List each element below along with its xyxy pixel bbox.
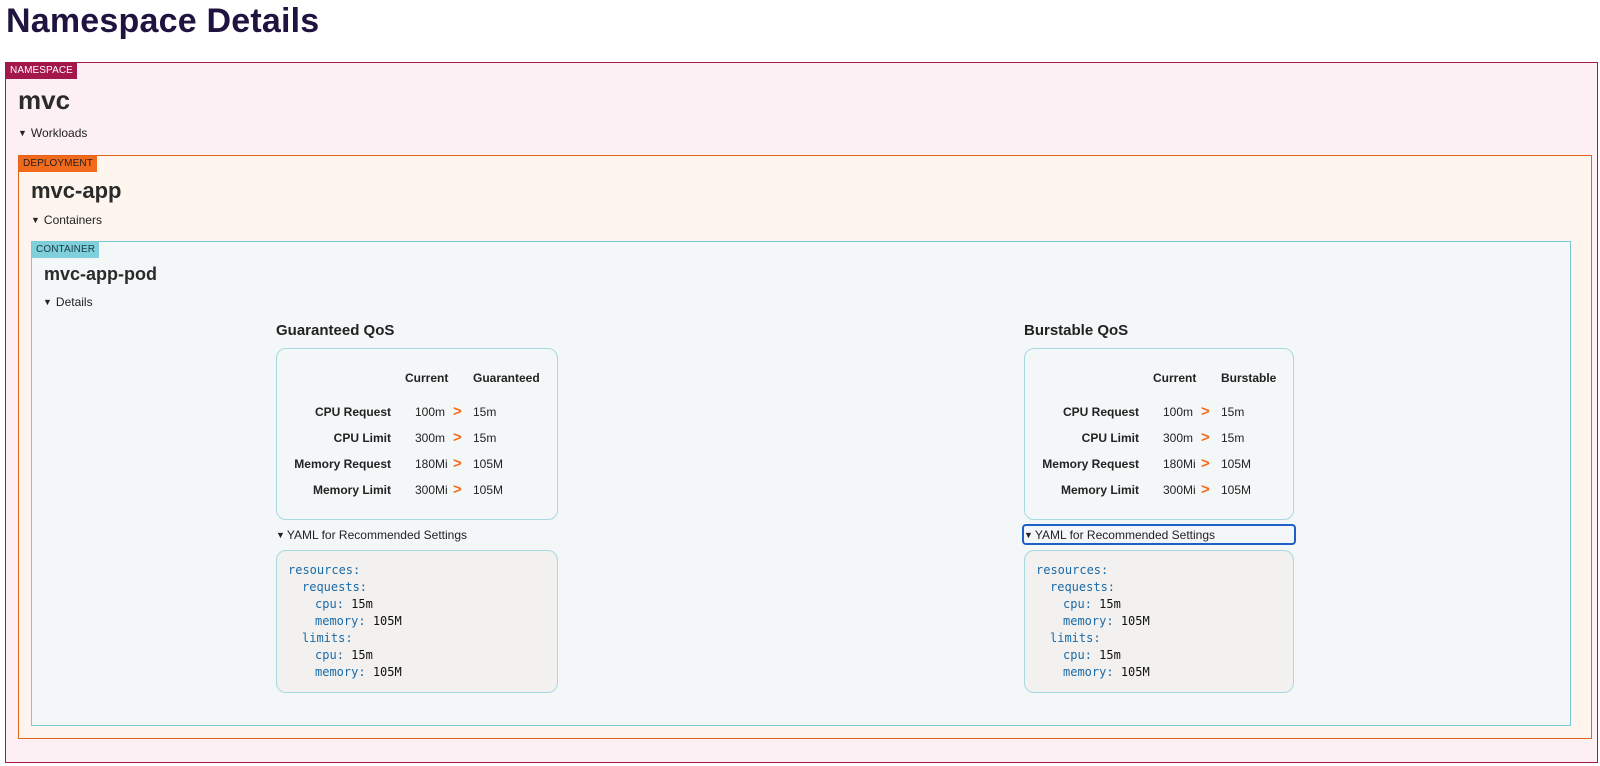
triangle-down-icon: ▼ <box>276 529 285 540</box>
chevron-right-icon: > <box>453 403 462 420</box>
table-row: CPU Request 100m > 15m <box>1025 403 1307 421</box>
chevron-right-icon: > <box>1201 481 1210 498</box>
qos-table: Current Burstable CPU Request 100m > 15m… <box>1024 348 1294 520</box>
triangle-down-icon: ▼ <box>31 215 40 225</box>
table-row: CPU Limit 300m > 15m <box>277 429 559 447</box>
yaml-line: cpu: 15m <box>315 597 373 611</box>
details-label: Details <box>55 295 93 309</box>
chevron-right-icon: > <box>1201 455 1210 472</box>
workloads-toggle[interactable]: ▼ Workloads <box>18 126 87 140</box>
row-label: Memory Limit <box>1060 483 1139 497</box>
chevron-right-icon: > <box>453 481 462 498</box>
namespace-name: mvc <box>18 85 71 115</box>
recommended-value: 105M <box>1221 483 1252 497</box>
yaml-line: requests: <box>1050 580 1116 594</box>
current-value: 100m <box>1163 405 1194 419</box>
table-row: Memory Limit 300Mi > 105M <box>277 481 559 499</box>
recommended-value: 105M <box>473 457 504 471</box>
yaml-line: memory: 105M <box>315 665 402 679</box>
current-value: 100m <box>415 405 446 419</box>
table-row: Memory Limit 300Mi > 105M <box>1025 481 1307 499</box>
qos-title: Burstable QoS <box>1024 322 1129 339</box>
yaml-code-block: resources: requests: cpu: 15m memory: 10… <box>1024 550 1294 693</box>
triangle-down-icon: ▼ <box>1024 529 1033 540</box>
yaml-line: memory: 105M <box>1063 614 1150 628</box>
recommended-value: 15m <box>1221 405 1245 419</box>
containers-label: Containers <box>43 213 102 227</box>
table-row: CPU Request 100m > 15m <box>277 403 559 421</box>
deployment-tag: DEPLOYMENT <box>19 156 97 172</box>
yaml-toggle-label: YAML for Recommended Settings <box>1034 527 1216 542</box>
namespace-tag: NAMESPACE <box>6 63 77 79</box>
current-value: 300Mi <box>415 483 448 497</box>
column-header-recommended: Burstable <box>1221 371 1277 385</box>
row-label: Memory Request <box>294 457 391 471</box>
yaml-line: limits: <box>302 631 353 645</box>
container-panel: CONTAINER mvc-app-pod ▼ Details Guarante… <box>31 241 1571 726</box>
column-header-recommended: Guaranteed <box>473 371 540 385</box>
recommended-value: 15m <box>473 405 497 419</box>
deployment-name: mvc-app <box>31 178 122 203</box>
qos-table: Current Guaranteed CPU Request 100m > 15… <box>276 348 558 520</box>
current-value: 300m <box>1163 431 1194 445</box>
table-row: Memory Request 180Mi > 105M <box>1025 455 1307 473</box>
chevron-right-icon: > <box>453 429 462 446</box>
column-header-current: Current <box>1153 371 1197 385</box>
namespace-panel: NAMESPACE mvc ▼ Workloads DEPLOYMENT mvc… <box>5 62 1598 763</box>
yaml-line: cpu: 15m <box>315 648 373 662</box>
chevron-right-icon: > <box>1201 429 1210 446</box>
row-label: CPU Limit <box>333 431 391 445</box>
page-title: Namespace Details <box>6 2 320 40</box>
yaml-line: cpu: 15m <box>1063 597 1121 611</box>
current-value: 180Mi <box>415 457 448 471</box>
recommended-value: 105M <box>1221 457 1252 471</box>
row-label: CPU Limit <box>1081 431 1139 445</box>
yaml-line: cpu: 15m <box>1063 648 1121 662</box>
container-name: mvc-app-pod <box>44 264 158 284</box>
chevron-right-icon: > <box>1201 403 1210 420</box>
current-value: 180Mi <box>1163 457 1196 471</box>
yaml-line: limits: <box>1050 631 1101 645</box>
yaml-toggle[interactable]: ▼ YAML for Recommended Settings <box>276 526 546 543</box>
recommended-value: 15m <box>473 431 497 445</box>
row-label: CPU Request <box>1062 405 1139 419</box>
row-label: Memory Request <box>1042 457 1139 471</box>
current-value: 300Mi <box>1163 483 1196 497</box>
yaml-toggle-label: YAML for Recommended Settings <box>286 527 468 542</box>
workloads-label: Workloads <box>30 126 88 140</box>
recommended-value: 105M <box>473 483 504 497</box>
yaml-line: memory: 105M <box>315 614 402 628</box>
table-row: Memory Request 180Mi > 105M <box>277 455 559 473</box>
column-header-current: Current <box>405 371 449 385</box>
triangle-down-icon: ▼ <box>43 297 52 307</box>
yaml-toggle[interactable]: ▼ YAML for Recommended Settings <box>1022 524 1296 545</box>
row-label: CPU Request <box>314 405 391 419</box>
triangle-down-icon: ▼ <box>18 128 27 138</box>
yaml-line: requests: <box>302 580 368 594</box>
row-label: Memory Limit <box>312 483 391 497</box>
current-value: 300m <box>415 431 446 445</box>
yaml-line: resources: <box>288 563 361 577</box>
yaml-line: resources: <box>1036 563 1109 577</box>
chevron-right-icon: > <box>453 455 462 472</box>
yaml-line: memory: 105M <box>1063 665 1150 679</box>
yaml-code-block: resources: requests: cpu: 15m memory: 10… <box>276 550 558 693</box>
table-row: CPU Limit 300m > 15m <box>1025 429 1307 447</box>
recommended-value: 15m <box>1221 431 1245 445</box>
container-tag: CONTAINER <box>32 242 100 258</box>
deployment-panel: DEPLOYMENT mvc-app ▼ Containers CONTAINE… <box>18 155 1592 739</box>
details-toggle[interactable]: ▼ Details <box>43 295 93 309</box>
qos-title: Guaranteed QoS <box>276 322 395 339</box>
containers-toggle[interactable]: ▼ Containers <box>31 213 102 227</box>
